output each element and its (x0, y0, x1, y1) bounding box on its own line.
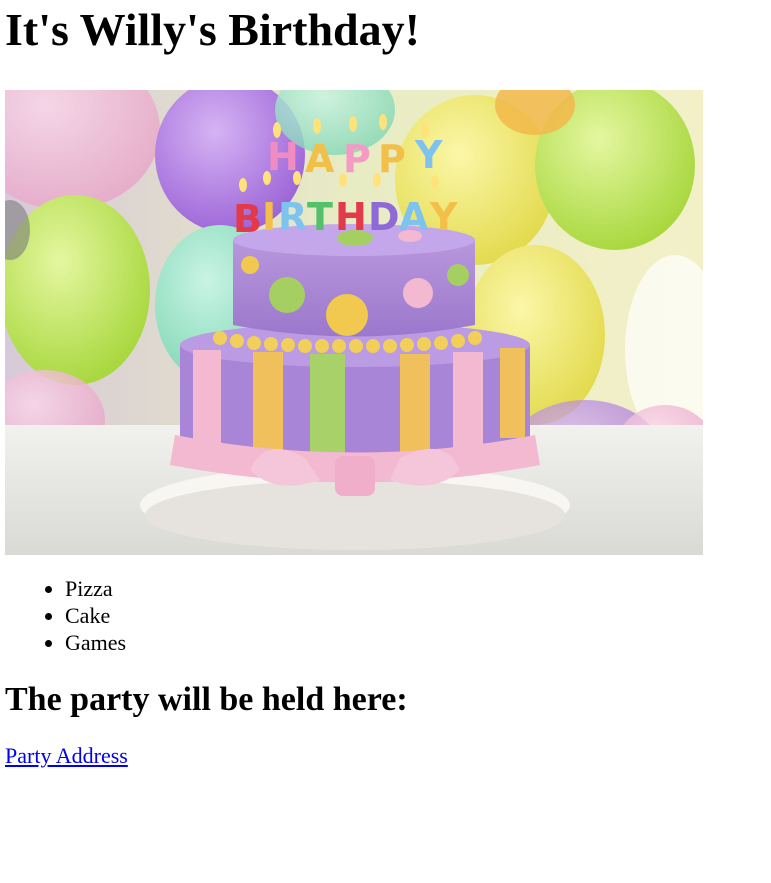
svg-text:P: P (378, 137, 406, 181)
list-item: Games (65, 629, 766, 656)
svg-text:I: I (262, 195, 276, 239)
page-title: It's Willy's Birthday! (5, 4, 420, 55)
svg-text:D: D (368, 195, 400, 239)
svg-text:T: T (307, 195, 333, 239)
svg-text:P: P (343, 137, 371, 181)
party-items-list: Pizza Cake Games (5, 575, 766, 656)
svg-text:B: B (233, 197, 262, 241)
svg-text:Y: Y (429, 195, 458, 239)
page-content: It's Willy's Birthday! H A P P Y B I R T… (0, 0, 771, 770)
party-address-link[interactable]: Party Address (5, 742, 128, 770)
svg-text:Y: Y (414, 133, 443, 177)
svg-text:R: R (278, 195, 307, 239)
location-heading: The party will be held here: (5, 681, 408, 718)
svg-text:H: H (335, 195, 367, 239)
list-item: Pizza (65, 575, 766, 602)
svg-text:A: A (399, 195, 429, 239)
list-item: Cake (65, 602, 766, 629)
svg-text:H: H (267, 135, 299, 179)
birthday-cake-image: H A P P Y B I R T H D A Y (5, 90, 703, 555)
svg-text:A: A (305, 137, 335, 181)
